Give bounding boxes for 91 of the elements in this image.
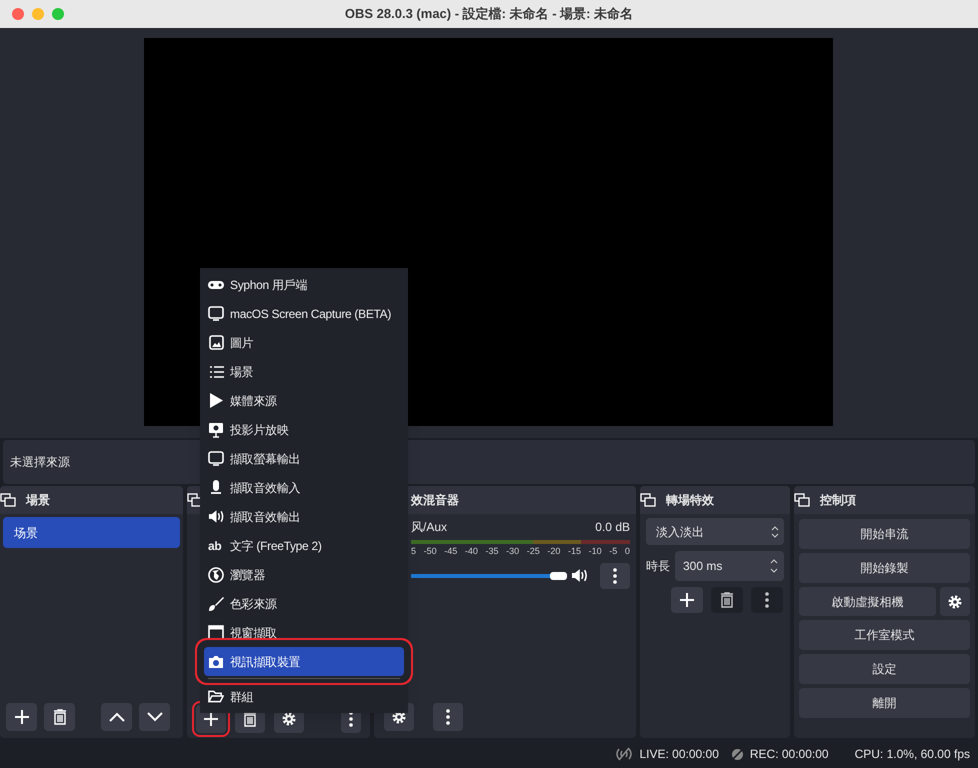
menu-item[interactable]: 視窗擷取	[204, 618, 404, 647]
menu-item[interactable]: Syphon 用戶端	[204, 270, 404, 299]
broadcast-off-icon	[615, 747, 634, 761]
window-title: OBS 28.0.3 (mac) - 設定檔: 未命名 - 場景: 未命名	[344, 5, 634, 24]
more-icon	[446, 709, 450, 725]
menu-item[interactable]: 擷取音效輸入	[204, 473, 404, 502]
no-source-label: 未選擇來源	[10, 454, 70, 471]
volume-slider[interactable]	[411, 572, 568, 580]
control-button[interactable]: 設定	[799, 654, 970, 684]
plus-icon	[679, 592, 695, 608]
trash-icon	[720, 592, 734, 608]
stepper-arrows-icon	[770, 558, 778, 574]
settings-icon	[281, 711, 297, 727]
menu-item[interactable]: 擷取螢幕輸出	[204, 444, 404, 473]
record-off-icon	[730, 748, 744, 760]
speaker-icon[interactable]	[571, 568, 588, 583]
cpu-usage: CPU: 1.0%, 60.00 fps	[854, 746, 970, 763]
menu-item[interactable]: 投影片放映	[204, 415, 404, 444]
chevron-down-icon	[146, 712, 162, 722]
menu-item[interactable]: 群組	[204, 682, 404, 711]
window-icon	[208, 625, 224, 640]
control-button[interactable]: 開始錄製	[799, 553, 970, 583]
trash-icon	[243, 711, 257, 727]
scene-item[interactable]: 场景	[3, 517, 180, 548]
microphone-icon	[210, 480, 222, 496]
speaker-icon	[208, 509, 224, 524]
plus-icon	[14, 709, 30, 725]
chevron-up-icon	[108, 712, 124, 722]
down-button[interactable]	[139, 703, 170, 731]
menu-item[interactable]: 場景	[204, 357, 404, 386]
rec-time: REC: 00:00:00	[750, 746, 829, 763]
more-button[interactable]	[600, 562, 630, 588]
menu-item[interactable]: 視訊擷取裝置	[204, 647, 404, 676]
gamepad-icon	[208, 280, 224, 290]
meter-tick-label: 5	[411, 545, 416, 558]
monitor-icon	[208, 306, 224, 321]
menu-item[interactable]: 媒體來源	[204, 386, 404, 415]
dock-title: 場景	[26, 492, 50, 509]
transition-select[interactable]: 淡入淡出	[646, 518, 784, 545]
trash-icon	[52, 709, 66, 725]
menu-item[interactable]: 色彩來源	[204, 589, 404, 618]
menu-item[interactable]: 擷取音效輸出	[204, 502, 404, 531]
meter-tick-label: -25	[526, 545, 540, 558]
menu-item[interactable]: macOS Screen Capture (BETA)	[204, 299, 404, 328]
dock-title: 轉場特效	[666, 492, 714, 509]
channel-name: 风/Aux	[411, 519, 448, 536]
control-button[interactable]: 開始串流	[799, 519, 970, 549]
brush-icon	[208, 596, 224, 612]
live-time: LIVE: 00:00:00	[639, 746, 719, 763]
dock-title: 控制項	[820, 492, 856, 509]
menu-item[interactable]: 瀏覽器	[204, 560, 404, 589]
duration-field[interactable]: 300 ms	[675, 551, 784, 581]
duration-label: 時長	[646, 558, 670, 575]
list-icon	[208, 366, 224, 378]
volume-reading: 0.0 dB	[595, 519, 630, 536]
play-icon	[209, 393, 223, 408]
control-button[interactable]: 工作室模式	[799, 620, 970, 650]
meter-tick-label: -45	[444, 545, 458, 558]
meter-tick-label: -10	[588, 545, 602, 558]
text-icon: ab	[208, 536, 224, 554]
folder-icon	[208, 689, 224, 704]
globe-icon	[208, 566, 224, 582]
camera-icon	[208, 654, 224, 668]
plus-icon	[203, 711, 219, 727]
more-icon	[612, 568, 617, 584]
up-button[interactable]	[101, 703, 132, 731]
meter-tick-label: -30	[506, 545, 520, 558]
menu-item[interactable]: ab 文字 (FreeType 2)	[204, 531, 404, 560]
dock-title: 效混音器	[411, 492, 459, 509]
settings-icon	[947, 594, 963, 610]
stepper-arrows-icon	[771, 524, 779, 538]
more-button[interactable]	[433, 703, 463, 731]
settings-button[interactable]	[940, 587, 970, 616]
meter-tick-label: -50	[424, 545, 437, 558]
add-button[interactable]	[6, 703, 37, 731]
menu-item[interactable]: 圖片	[204, 328, 404, 357]
more-icon	[765, 592, 769, 608]
meter-tick-label: -40	[464, 545, 478, 558]
monitor-icon	[208, 451, 224, 466]
slider-thumb[interactable]	[550, 572, 568, 580]
remove-button[interactable]	[44, 703, 75, 731]
meter-tick-label: -35	[486, 545, 499, 558]
meter-tick-label: -20	[547, 545, 560, 558]
projector-screen-icon	[208, 422, 224, 438]
control-button[interactable]: 啟動虛擬相機	[799, 587, 936, 616]
control-button[interactable]: 離開	[799, 688, 970, 718]
add-button[interactable]	[671, 587, 703, 613]
meter-tick-label: -5	[609, 545, 618, 558]
meter-tick-label: 0	[624, 545, 630, 558]
meter-tick-label: -15	[568, 545, 582, 558]
image-icon	[208, 335, 224, 350]
